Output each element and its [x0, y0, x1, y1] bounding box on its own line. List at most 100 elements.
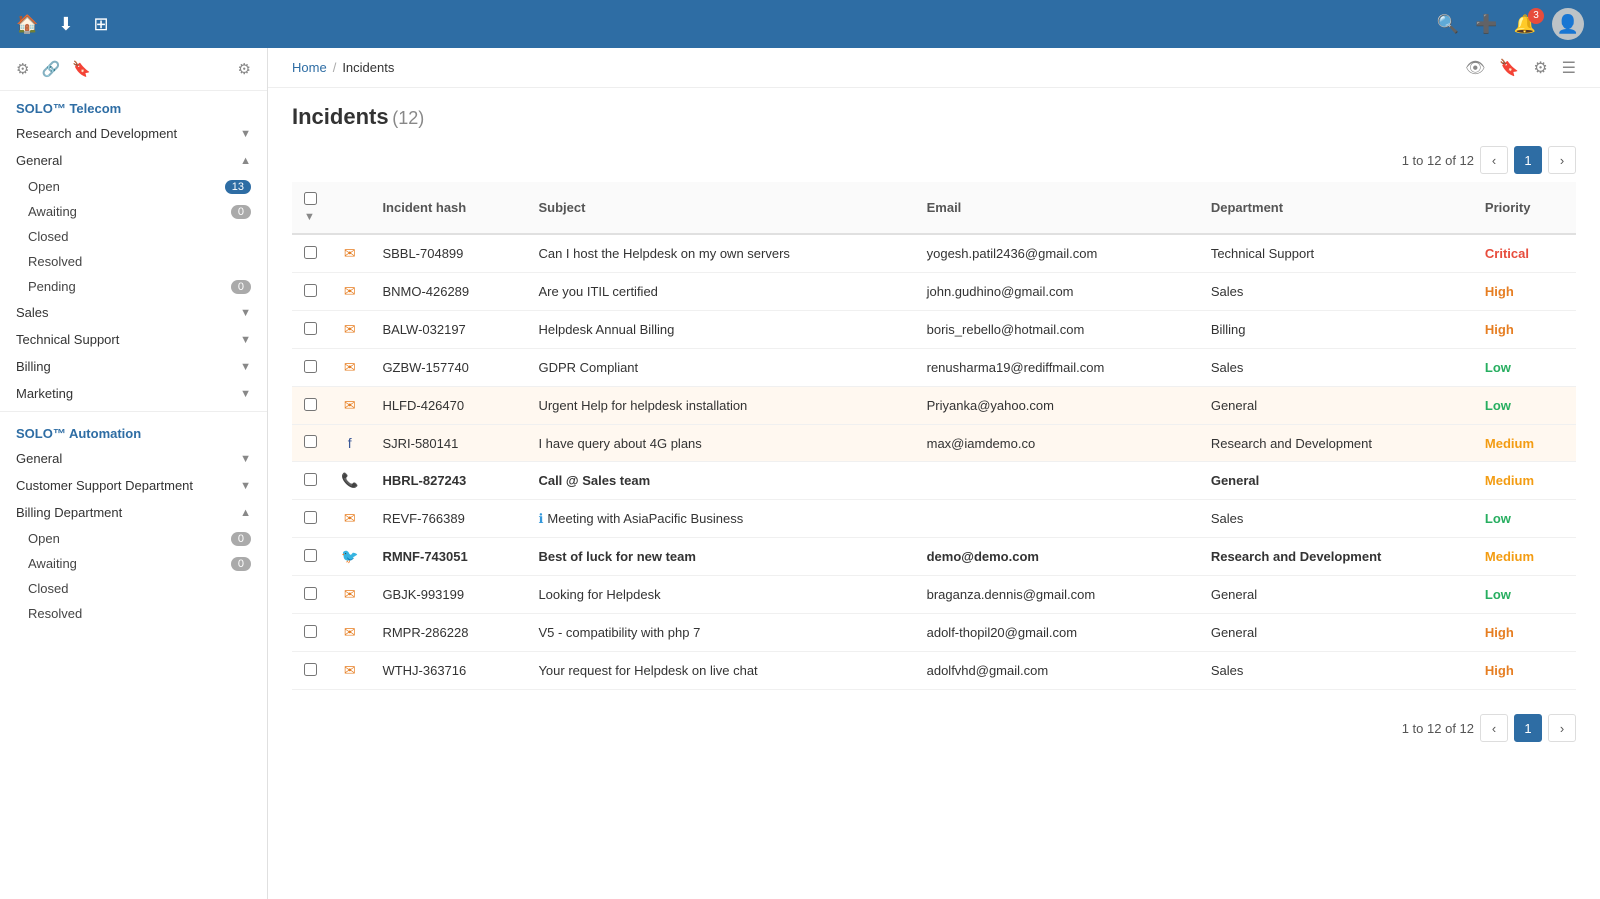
row-hash[interactable]: GBJK-993199 [370, 576, 526, 614]
th-hash[interactable]: Incident hash [370, 182, 526, 234]
table-row[interactable]: ✉ BNMO-426289 Are you ITIL certified joh… [292, 273, 1576, 311]
chevron-billing: ▼ [240, 361, 251, 373]
settings-icon[interactable]: ⚙ [238, 60, 251, 78]
select-all-checkbox[interactable] [304, 192, 317, 205]
row-hash[interactable]: HBRL-827243 [370, 462, 526, 500]
eye-icon[interactable]: 👁 [1465, 58, 1485, 78]
row-hash[interactable]: BALW-032197 [370, 311, 526, 349]
row-checkbox-3[interactable] [304, 360, 317, 373]
table-row[interactable]: ✉ HLFD-426470 Urgent Help for helpdesk i… [292, 387, 1576, 425]
table-row[interactable]: ✉ BALW-032197 Helpdesk Annual Billing bo… [292, 311, 1576, 349]
th-subject[interactable]: Subject [526, 182, 914, 234]
filter-main-icon[interactable]: ⚙ [1533, 58, 1547, 78]
row-hash[interactable]: WTHJ-363716 [370, 652, 526, 690]
download-icon[interactable]: ⬇ [58, 14, 73, 35]
table-row[interactable]: 📞 HBRL-827243 Call @ Sales team General … [292, 462, 1576, 500]
row-subject[interactable]: ℹMeeting with AsiaPacific Business [526, 500, 914, 538]
table-row[interactable]: f SJRI-580141 I have query about 4G plan… [292, 425, 1576, 462]
table-row[interactable]: ✉ SBBL-704899 Can I host the Helpdesk on… [292, 234, 1576, 273]
sidebar-item-resolved[interactable]: Resolved [0, 249, 267, 274]
bookmark-icon[interactable]: 🔖 [72, 60, 91, 78]
avatar[interactable]: 👤 [1552, 8, 1584, 40]
sidebar-group-billing-dept[interactable]: Billing Department ▲ [0, 499, 267, 526]
row-checkbox-2[interactable] [304, 322, 317, 335]
sidebar-group-marketing[interactable]: Marketing ▼ [0, 380, 267, 407]
row-subject[interactable]: Looking for Helpdesk [526, 576, 914, 614]
page-1-btn[interactable]: 1 [1514, 146, 1542, 174]
table-row[interactable]: ✉ WTHJ-363716 Your request for Helpdesk … [292, 652, 1576, 690]
table-row[interactable]: ✉ GZBW-157740 GDPR Compliant renusharma1… [292, 349, 1576, 387]
sidebar-item-billing-resolved[interactable]: Resolved [0, 601, 267, 626]
row-subject[interactable]: GDPR Compliant [526, 349, 914, 387]
sidebar-item-billing-awaiting[interactable]: Awaiting 0 [0, 551, 267, 576]
table-row[interactable]: ✉ REVF-766389 ℹMeeting with AsiaPacific … [292, 500, 1576, 538]
row-checkbox-10[interactable] [304, 625, 317, 638]
prev-page-btn[interactable]: ‹ [1480, 146, 1508, 174]
row-checkbox-11[interactable] [304, 663, 317, 676]
org-icon[interactable]: 🔗 [41, 60, 60, 78]
sidebar-group-general[interactable]: General ▲ [0, 147, 267, 174]
filter-icon[interactable]: ⚙ [16, 60, 29, 78]
bottom-prev-page-btn[interactable]: ‹ [1480, 714, 1508, 742]
bookmark-main-icon[interactable]: 🔖 [1499, 58, 1519, 78]
sidebar-item-pending[interactable]: Pending 0 [0, 274, 267, 299]
row-hash[interactable]: RMPR-286228 [370, 614, 526, 652]
table-row[interactable]: 🐦 RMNF-743051 Best of luck for new team … [292, 538, 1576, 576]
row-checkbox-6[interactable] [304, 473, 317, 486]
row-subject[interactable]: V5 - compatibility with php 7 [526, 614, 914, 652]
row-subject[interactable]: Are you ITIL certified [526, 273, 914, 311]
plus-icon[interactable]: ➕ [1475, 14, 1497, 35]
bottom-page-1-btn[interactable]: 1 [1514, 714, 1542, 742]
row-hash[interactable]: GZBW-157740 [370, 349, 526, 387]
row-subject[interactable]: Urgent Help for helpdesk installation [526, 387, 914, 425]
row-checkbox-1[interactable] [304, 284, 317, 297]
row-hash[interactable]: REVF-766389 [370, 500, 526, 538]
row-checkbox-0[interactable] [304, 246, 317, 259]
sidebar-item-billing-open[interactable]: Open 0 [0, 526, 267, 551]
grid-icon[interactable]: ⊞ [94, 14, 109, 35]
th-email[interactable]: Email [915, 182, 1199, 234]
row-email: Priyanka@yahoo.com [915, 387, 1199, 425]
breadcrumb-home[interactable]: Home [292, 60, 327, 75]
row-hash[interactable]: HLFD-426470 [370, 387, 526, 425]
bottom-next-page-btn[interactable]: › [1548, 714, 1576, 742]
row-subject[interactable]: Helpdesk Annual Billing [526, 311, 914, 349]
sidebar-item-billing-resolved-label: Resolved [28, 606, 251, 621]
row-hash[interactable]: BNMO-426289 [370, 273, 526, 311]
row-checkbox-8[interactable] [304, 549, 317, 562]
home-icon[interactable]: 🏠 [16, 14, 38, 35]
next-page-btn[interactable]: › [1548, 146, 1576, 174]
th-priority[interactable]: Priority [1473, 182, 1576, 234]
sidebar-group-customer-support[interactable]: Customer Support Department ▼ [0, 472, 267, 499]
row-checkbox-7[interactable] [304, 511, 317, 524]
sidebar-item-open[interactable]: Open 13 [0, 174, 267, 199]
sidebar-group-research[interactable]: Research and Development ▼ [0, 120, 267, 147]
sidebar-group-technical-support[interactable]: Technical Support ▼ [0, 326, 267, 353]
row-checkbox-4[interactable] [304, 398, 317, 411]
row-hash[interactable]: SBBL-704899 [370, 234, 526, 273]
sidebar-item-billing-closed[interactable]: Closed [0, 576, 267, 601]
sidebar-group-auto-general[interactable]: General ▼ [0, 445, 267, 472]
row-email: renusharma19@rediffmail.com [915, 349, 1199, 387]
row-hash[interactable]: SJRI-580141 [370, 425, 526, 462]
sidebar-group-sales[interactable]: Sales ▼ [0, 299, 267, 326]
sidebar-item-closed[interactable]: Closed [0, 224, 267, 249]
row-source-cell: ✉ [329, 349, 370, 387]
row-subject[interactable]: Your request for Helpdesk on live chat [526, 652, 914, 690]
row-checkbox-5[interactable] [304, 435, 317, 448]
row-checkbox-9[interactable] [304, 587, 317, 600]
row-subject[interactable]: I have query about 4G plans [526, 425, 914, 462]
row-subject[interactable]: Best of luck for new team [526, 538, 914, 576]
row-email [915, 500, 1199, 538]
row-hash[interactable]: RMNF-743051 [370, 538, 526, 576]
row-subject[interactable]: Can I host the Helpdesk on my own server… [526, 234, 914, 273]
row-department: Sales [1199, 273, 1473, 311]
menu-icon[interactable]: ☰ [1562, 58, 1576, 78]
row-subject[interactable]: Call @ Sales team [526, 462, 914, 500]
table-row[interactable]: ✉ RMPR-286228 V5 - compatibility with ph… [292, 614, 1576, 652]
search-icon[interactable]: 🔍 [1437, 14, 1459, 35]
sidebar-item-awaiting[interactable]: Awaiting 0 [0, 199, 267, 224]
table-row[interactable]: ✉ GBJK-993199 Looking for Helpdesk braga… [292, 576, 1576, 614]
sidebar-group-billing[interactable]: Billing ▼ [0, 353, 267, 380]
th-department[interactable]: Department [1199, 182, 1473, 234]
